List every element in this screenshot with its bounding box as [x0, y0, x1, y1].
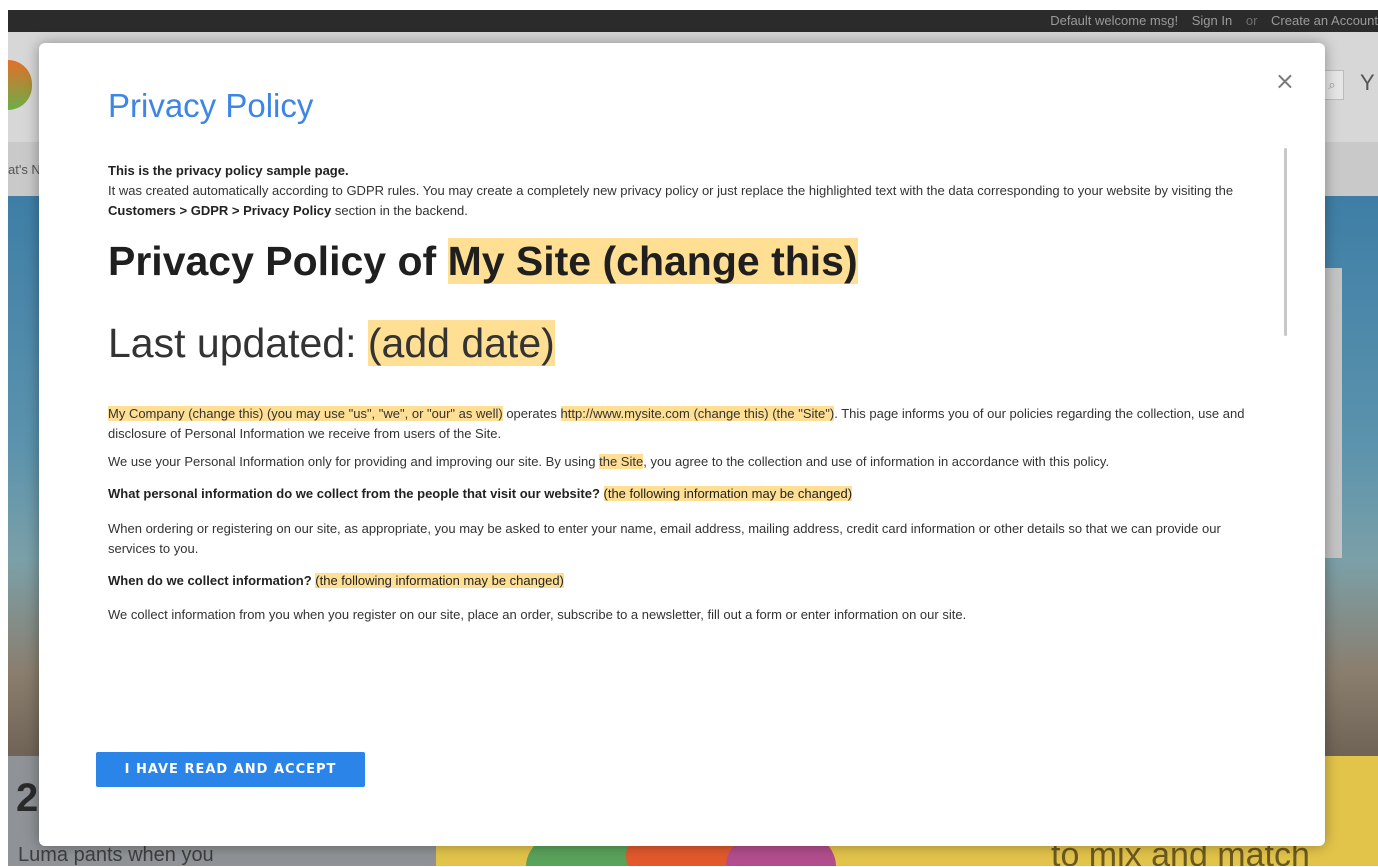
- paragraph-text: We use your Personal Information only fo…: [108, 454, 600, 470]
- policy-paragraph: We collect information from you when you…: [108, 607, 967, 622]
- question-text: When do we collect information?: [108, 572, 316, 588]
- site-highlight: the Site: [599, 454, 644, 470]
- last-updated-heading: Last updated: (add date): [108, 317, 1268, 370]
- intro-heading: This is the privacy policy sample page.: [108, 163, 349, 178]
- last-updated-prefix: Last updated:: [108, 319, 368, 366]
- intro-text-part: It was created automatically according t…: [108, 183, 1234, 199]
- privacy-policy-modal: × Privacy Policy This is the privacy pol…: [39, 43, 1325, 846]
- question-highlight: (the following information may be change…: [603, 486, 853, 502]
- intro-text: It was created automatically according t…: [108, 181, 1268, 221]
- site-name-highlight: My Site (change this): [447, 238, 858, 285]
- close-icon[interactable]: ×: [1275, 69, 1295, 93]
- site-url-highlight: http://www.mysite.com (change this) (the…: [560, 406, 835, 422]
- paragraph-text: , you agree to the collection and use of…: [643, 454, 1110, 470]
- policy-heading: Privacy Policy of My Site (change this): [108, 235, 1268, 288]
- policy-paragraph: We use your Personal Information only fo…: [108, 452, 1268, 472]
- policy-content[interactable]: This is the privacy policy sample page. …: [108, 161, 1268, 721]
- policy-paragraph: My Company (change this) (you may use "u…: [108, 404, 1268, 444]
- policy-question: When do we collect information? (the fol…: [108, 571, 1268, 591]
- content-scrollbar[interactable]: [1284, 148, 1287, 336]
- date-highlight: (add date): [367, 319, 555, 366]
- paragraph-text: operates: [502, 406, 561, 422]
- modal-title: Privacy Policy: [108, 87, 314, 124]
- company-highlight: My Company (change this) (you may use "u…: [108, 406, 503, 422]
- policy-paragraph: When ordering or registering on our site…: [108, 520, 1221, 556]
- accept-button[interactable]: I HAVE READ AND ACCEPT: [96, 752, 365, 787]
- question-text: What personal information do we collect …: [108, 486, 604, 502]
- policy-heading-prefix: Privacy Policy of: [108, 238, 448, 285]
- backend-path: Customers > GDPR > Privacy Policy: [108, 203, 332, 219]
- question-highlight: (the following information may be change…: [315, 572, 564, 588]
- intro-text-part: section in the backend.: [331, 203, 468, 219]
- policy-question: What personal information do we collect …: [108, 484, 1268, 504]
